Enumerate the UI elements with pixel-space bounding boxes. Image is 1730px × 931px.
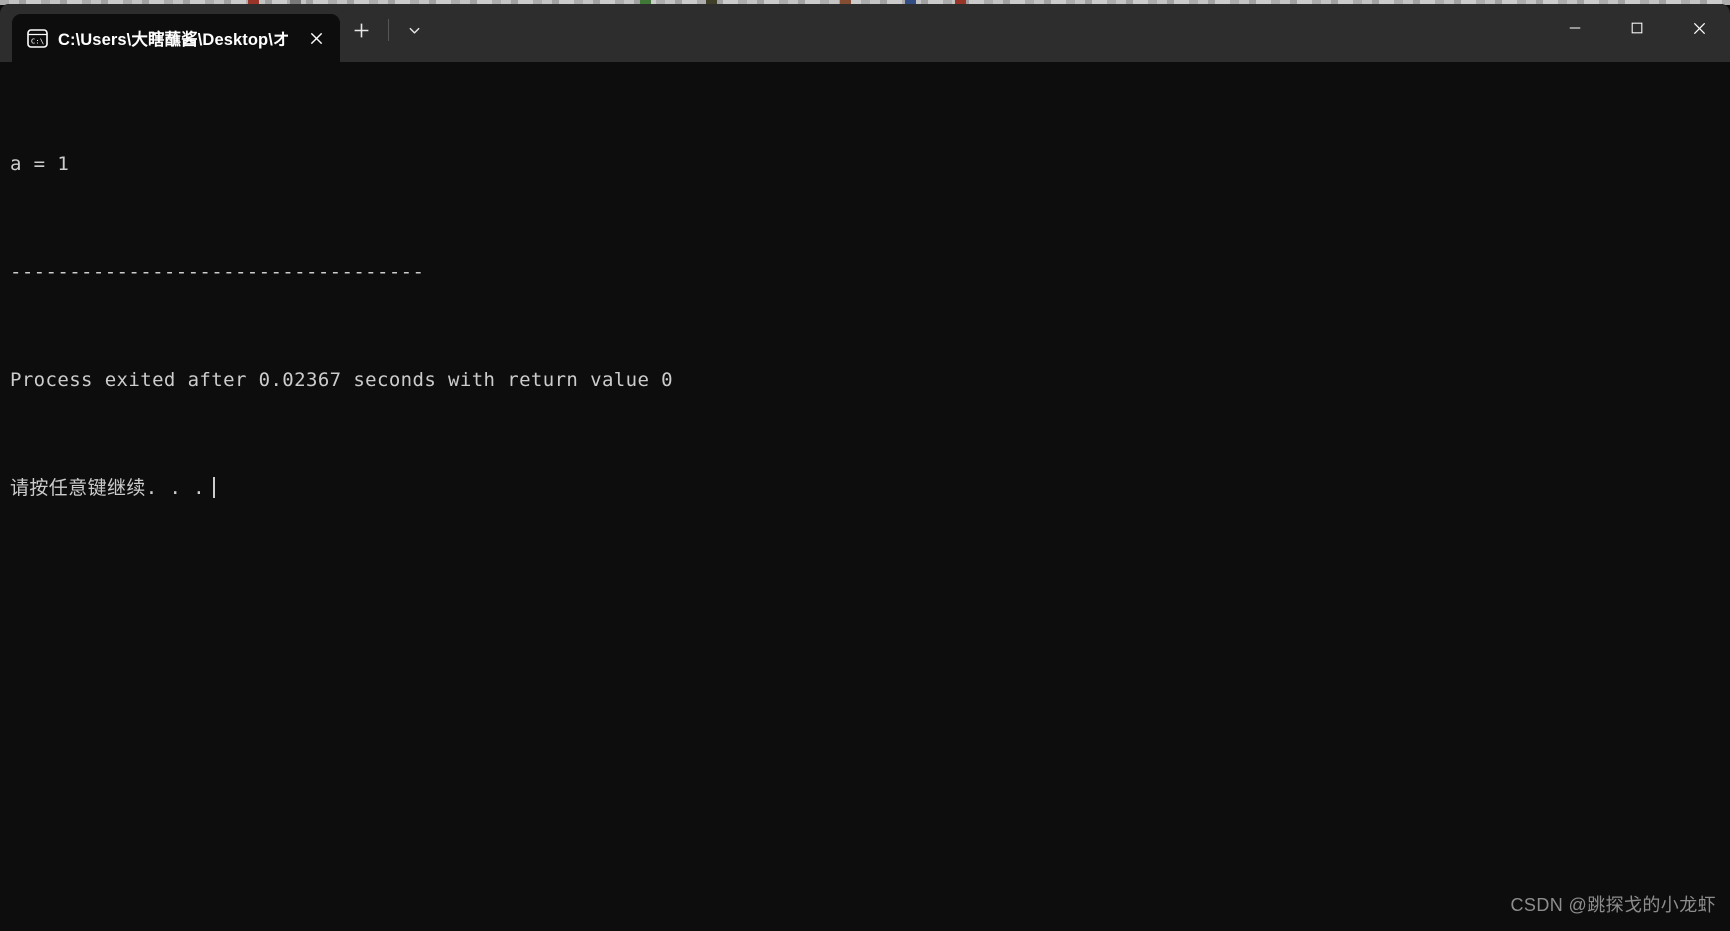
press-any-key-text: 请按任意键继续. . .	[10, 477, 205, 499]
cmd-prompt-icon: C:\	[27, 28, 48, 48]
new-tab-area	[340, 4, 437, 62]
text-cursor	[213, 477, 215, 498]
terminal-tab[interactable]: C:\ C:\Users\大瞎蘸酱\Desktop\オ	[12, 14, 340, 62]
tab-close-icon[interactable]	[300, 21, 334, 55]
tab-title: C:\Users\大瞎蘸酱\Desktop\オ	[58, 31, 290, 49]
svg-text:C:\: C:\	[31, 36, 44, 45]
title-bar[interactable]: C:\ C:\Users\大瞎蘸酱\Desktop\オ	[0, 4, 1730, 62]
output-line-process-exited: Process exited after 0.02367 seconds wit…	[10, 369, 673, 391]
terminal-output-area[interactable]: a = 1 ----------------------------------…	[0, 62, 1730, 931]
output-line-press-any-key: 请按任意键继续. . .	[10, 475, 1730, 502]
terminal-window: C:\ C:\Users\大瞎蘸酱\Desktop\オ a = 1 ------…	[0, 4, 1730, 931]
csdn-watermark: CSDN @跳探戈的小龙虾	[1510, 895, 1716, 915]
chevron-down-icon[interactable]	[393, 10, 437, 50]
new-tab-button[interactable]	[340, 10, 384, 50]
close-window-button[interactable]	[1668, 4, 1730, 52]
maximize-button[interactable]	[1606, 4, 1668, 52]
tab-strip: C:\ C:\Users\大瞎蘸酱\Desktop\オ	[0, 4, 437, 62]
output-line-separator: -----------------------------------	[10, 261, 425, 283]
tab-divider	[387, 19, 389, 41]
output-line-variable: a = 1	[10, 153, 70, 175]
minimize-button[interactable]	[1544, 4, 1606, 52]
window-controls	[1544, 4, 1730, 52]
